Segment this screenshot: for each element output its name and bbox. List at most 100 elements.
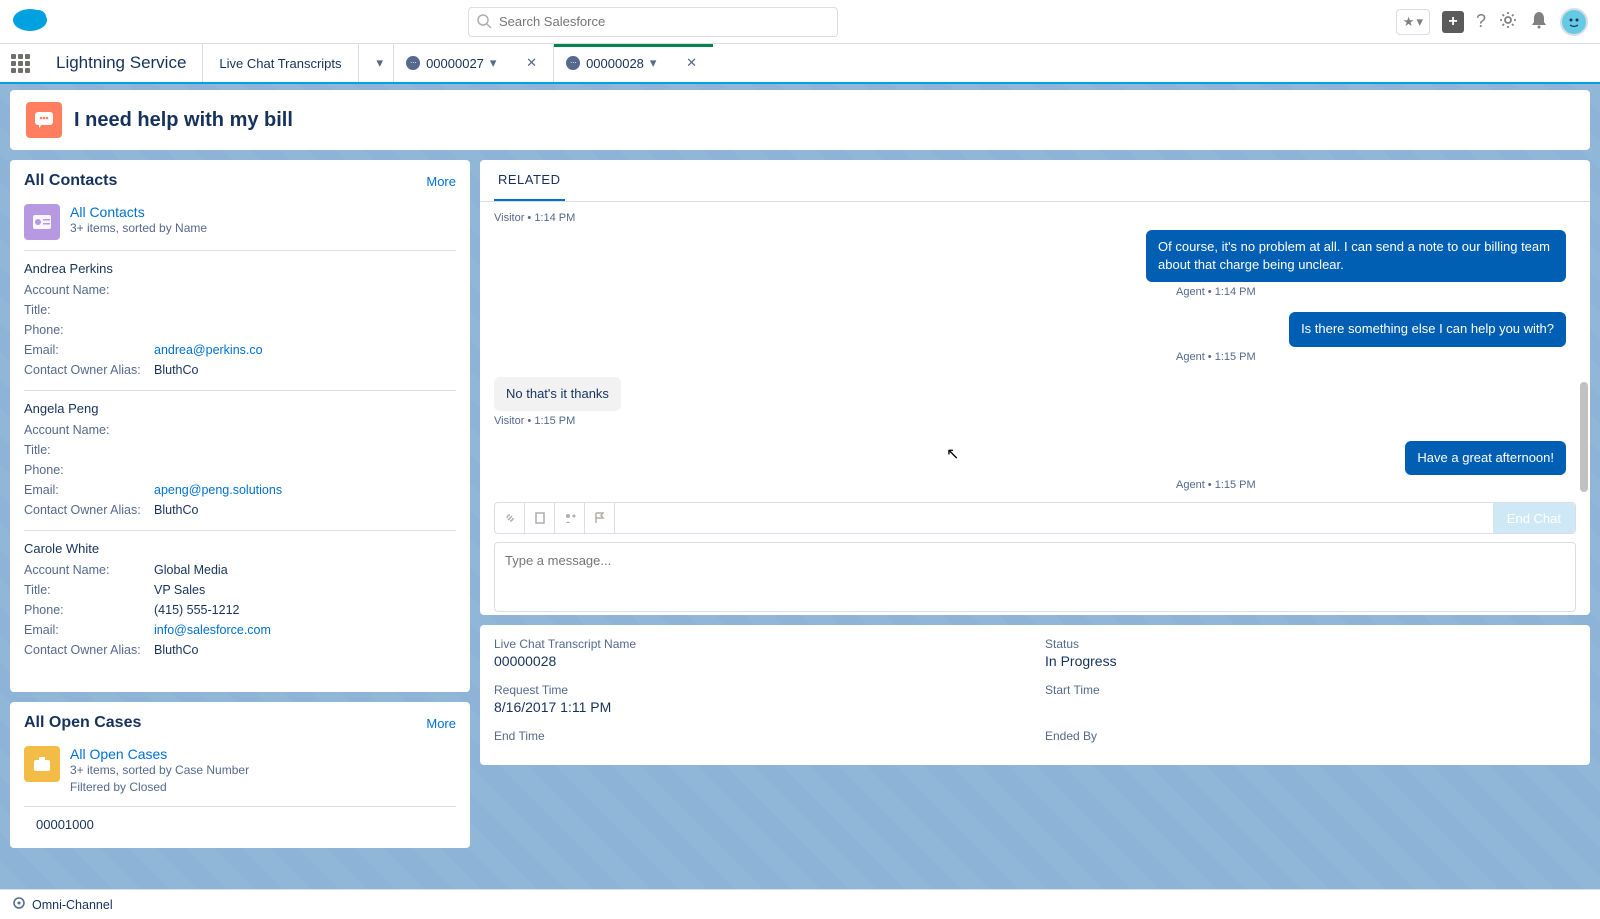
related-panel: RELATED Visitor • 1:14 PM Of course, it'… (480, 160, 1590, 615)
chat-transcript-scroll[interactable]: Visitor • 1:14 PM Of course, it's no pro… (494, 212, 1576, 502)
omni-channel-button[interactable]: Omni-Channel (32, 898, 113, 912)
close-icon[interactable]: ✕ (682, 55, 701, 71)
chat-icon (406, 56, 420, 70)
live-chat-icon (26, 102, 62, 138)
cases-list-icon (24, 746, 60, 782)
chat-timestamp: Agent • 1:14 PM (1176, 286, 1566, 298)
field-label: Account Name: (24, 560, 154, 580)
field-value-email[interactable]: andrea@perkins.co (154, 340, 263, 360)
setup-gear-icon[interactable] (1498, 10, 1518, 33)
global-create-button[interactable]: + (1442, 11, 1464, 33)
detail-field: Ended By (1045, 729, 1576, 753)
detail-label: Live Chat Transcript Name (494, 637, 1025, 651)
contact-block: Angela PengAccount Name:Title:Phone:Emai… (24, 401, 456, 531)
attach-link-icon[interactable] (495, 503, 525, 533)
help-icon[interactable]: ? (1476, 11, 1486, 32)
field-label: Email: (24, 480, 154, 500)
transcript-details-card: Live Chat Transcript Name 00000028 Status I… (480, 625, 1590, 765)
contact-block: Carole WhiteAccount Name:Global MediaTit… (24, 541, 456, 670)
favorites-button[interactable]: ★ ▾ (1396, 9, 1430, 35)
end-chat-button[interactable]: End Chat (1493, 503, 1575, 533)
field-label: Email: (24, 620, 154, 640)
detail-label: Status (1045, 637, 1576, 651)
knowledge-icon[interactable] (525, 503, 555, 533)
detail-value: In Progress (1045, 653, 1576, 669)
workspace-tab-2[interactable]: 00000028 ▾ ✕ (553, 44, 713, 82)
field-value: (415) 555-1212 (154, 600, 239, 620)
user-avatar[interactable] (1560, 8, 1588, 36)
notifications-bell-icon[interactable] (1530, 10, 1548, 33)
all-open-cases-card: All Open Cases More All Open Cases 3+ it… (10, 702, 470, 848)
transfer-icon[interactable] (555, 503, 585, 533)
nav-item-label: Live Chat Transcripts (219, 56, 341, 71)
header-actions: ★ ▾ + ? (1396, 8, 1588, 36)
contact-name-link[interactable]: Carole White (24, 541, 456, 556)
chat-message-row: Of course, it's no problem at all. I can… (494, 230, 1566, 282)
workspace: I need help with my bill All Contacts Mo… (0, 84, 1600, 889)
detail-label: End Time (494, 729, 1025, 743)
field-label: Contact Owner Alias: (24, 360, 154, 380)
field-label: Phone: (24, 600, 154, 620)
field-value-email[interactable]: info@salesforce.com (154, 620, 271, 640)
field-label: Contact Owner Alias: (24, 500, 154, 520)
cases-listview-title[interactable]: All Open Cases (70, 746, 249, 762)
contact-name-link[interactable]: Angela Peng (24, 401, 456, 416)
contact-block: Andrea PerkinsAccount Name:Title:Phone:E… (24, 261, 456, 391)
utility-bar: Omni-Channel (0, 889, 1600, 919)
tab-label: 00000027 (426, 56, 484, 71)
cases-more-link[interactable]: More (426, 716, 456, 731)
field-label: Title: (24, 440, 154, 460)
chevron-down-icon[interactable]: ▾ (490, 55, 497, 71)
contacts-list-icon (24, 204, 60, 240)
nav-item-dropdown[interactable]: ▾ (358, 44, 394, 82)
workspace-tab-1[interactable]: 00000027 ▾ ✕ (393, 44, 553, 82)
field-label: Account Name: (24, 420, 154, 440)
field-value-email[interactable]: apeng@peng.solutions (154, 480, 282, 500)
detail-value: 8/16/2017 1:11 PM (494, 699, 1025, 715)
app-name: Lightning Service (40, 44, 202, 82)
global-search[interactable] (468, 7, 838, 37)
chat-bubble: No that's it thanks (494, 377, 621, 411)
field-value: BluthCo (154, 360, 198, 380)
contacts-listview-meta: 3+ items, sorted by Name (70, 220, 207, 237)
detail-label: Start Time (1045, 683, 1576, 697)
chat-toolbar: End Chat (494, 502, 1576, 534)
detail-field: End Time (494, 729, 1025, 753)
cases-listview-meta2: Filtered by Closed (70, 779, 249, 796)
contacts-card-title: All Contacts (24, 172, 117, 190)
chat-timestamp: Agent • 1:15 PM (1176, 351, 1566, 363)
chevron-down-icon: ▾ (1416, 14, 1423, 30)
salesforce-logo[interactable] (12, 7, 48, 36)
global-header: ★ ▾ + ? (0, 0, 1600, 44)
context-bar: Lightning Service Live Chat Transcripts … (0, 44, 1600, 84)
chat-scrollbar[interactable] (1578, 202, 1588, 615)
chat-bubble: Have a great afternoon! (1405, 441, 1566, 475)
detail-field: Start Time (1045, 683, 1576, 725)
search-input[interactable] (468, 7, 838, 37)
omni-status-icon[interactable] (12, 896, 26, 913)
detail-label: Ended By (1045, 729, 1576, 743)
page-header: I need help with my bill (10, 90, 1590, 150)
field-value: BluthCo (154, 640, 198, 660)
field-value: Global Media (154, 560, 228, 580)
app-launcher-icon[interactable] (0, 44, 40, 82)
contacts-more-link[interactable]: More (426, 174, 456, 189)
related-tab[interactable]: RELATED (494, 160, 565, 201)
chat-icon (566, 56, 580, 70)
case-number-link[interactable]: 00001000 (24, 817, 456, 832)
detail-field: Status In Progress (1045, 637, 1576, 679)
flag-icon[interactable] (585, 503, 615, 533)
detail-value: 00000028 (494, 653, 1025, 669)
chat-meta-pre: Visitor • 1:14 PM (494, 212, 1566, 224)
chat-message-row: Is there something else I can help you w… (494, 312, 1566, 346)
chat-message-row: Have a great afternoon! (494, 441, 1566, 475)
contact-name-link[interactable]: Andrea Perkins (24, 261, 456, 276)
close-icon[interactable]: ✕ (522, 55, 541, 71)
chat-timestamp: Agent • 1:15 PM (1176, 479, 1566, 491)
chat-message-input[interactable] (494, 542, 1576, 612)
contacts-listview-title[interactable]: All Contacts (70, 204, 207, 220)
nav-item-live-chat-transcripts[interactable]: Live Chat Transcripts (202, 44, 357, 82)
detail-field: Request Time8/16/2017 1:11 PM (494, 683, 1025, 725)
chevron-down-icon[interactable]: ▾ (650, 55, 657, 71)
field-label: Phone: (24, 320, 154, 340)
